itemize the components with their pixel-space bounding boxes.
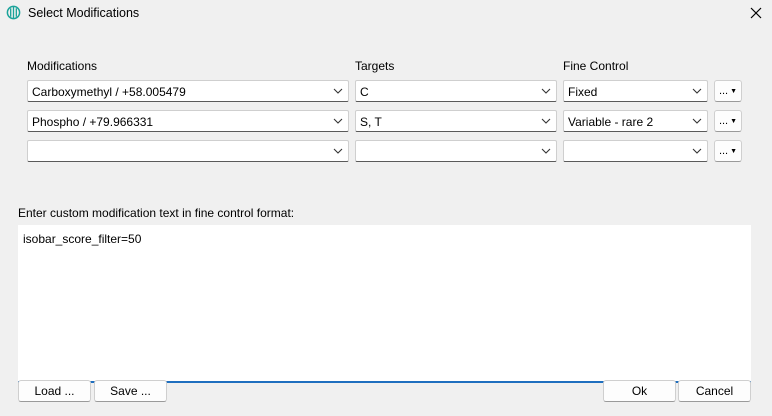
modification-value-1: Carboxymethyl / +58.005479: [32, 85, 186, 99]
custom-modification-textarea[interactable]: isobar_score_filter=50: [18, 225, 751, 383]
targets-value-1: C: [360, 85, 369, 99]
chevron-down-icon: [692, 88, 702, 94]
chevron-down-icon: [692, 148, 702, 154]
dropdown-triangle-icon: ▼: [730, 117, 738, 125]
chevron-down-icon: [541, 118, 551, 124]
close-icon: [750, 7, 762, 19]
chevron-down-icon: [692, 118, 702, 124]
save-button[interactable]: Save ...: [94, 380, 167, 402]
cancel-button[interactable]: Cancel: [678, 380, 751, 402]
load-button[interactable]: Load ...: [18, 380, 91, 402]
custom-modification-label: Enter custom modification text in fine c…: [18, 206, 295, 220]
targets-header: Targets: [355, 59, 395, 73]
app-logo-icon: [6, 5, 21, 20]
modification-select-2[interactable]: Phospho / +79.966331: [27, 110, 349, 132]
close-button[interactable]: [744, 2, 768, 24]
row-menu-button-1[interactable]: ... ▼: [714, 80, 742, 102]
chevron-down-icon: [333, 118, 343, 124]
row-menu-label-1: ...: [718, 85, 729, 97]
dropdown-triangle-icon: ▼: [730, 147, 738, 155]
fine-control-header: Fine Control: [563, 59, 629, 73]
fine-control-value-1: Fixed: [568, 85, 598, 99]
modification-value-2: Phospho / +79.966331: [32, 115, 154, 129]
targets-value-2: S, T: [360, 115, 382, 129]
window-title: Select Modifications: [28, 6, 140, 20]
modification-select-3[interactable]: [27, 140, 349, 162]
row-menu-label-3: ...: [718, 145, 729, 157]
ok-button[interactable]: Ok: [603, 380, 676, 402]
chevron-down-icon: [333, 148, 343, 154]
row-menu-label-2: ...: [718, 115, 729, 127]
modification-select-1[interactable]: Carboxymethyl / +58.005479: [27, 80, 349, 102]
chevron-down-icon: [541, 148, 551, 154]
targets-select-2[interactable]: S, T: [355, 110, 557, 132]
modifications-header: Modifications: [27, 59, 98, 73]
targets-select-3[interactable]: [355, 140, 557, 162]
fine-control-select-3[interactable]: [563, 140, 708, 162]
fine-control-value-2: Variable - rare 2: [568, 115, 654, 129]
custom-modification-value: isobar_score_filter=50: [23, 232, 142, 246]
chevron-down-icon: [541, 88, 551, 94]
title-bar: Select Modifications: [0, 0, 772, 28]
row-menu-button-3[interactable]: ... ▼: [714, 140, 742, 162]
fine-control-select-2[interactable]: Variable - rare 2: [563, 110, 708, 132]
row-menu-button-2[interactable]: ... ▼: [714, 110, 742, 132]
targets-select-1[interactable]: C: [355, 80, 557, 102]
fine-control-select-1[interactable]: Fixed: [563, 80, 708, 102]
dropdown-triangle-icon: ▼: [730, 87, 738, 95]
chevron-down-icon: [333, 88, 343, 94]
